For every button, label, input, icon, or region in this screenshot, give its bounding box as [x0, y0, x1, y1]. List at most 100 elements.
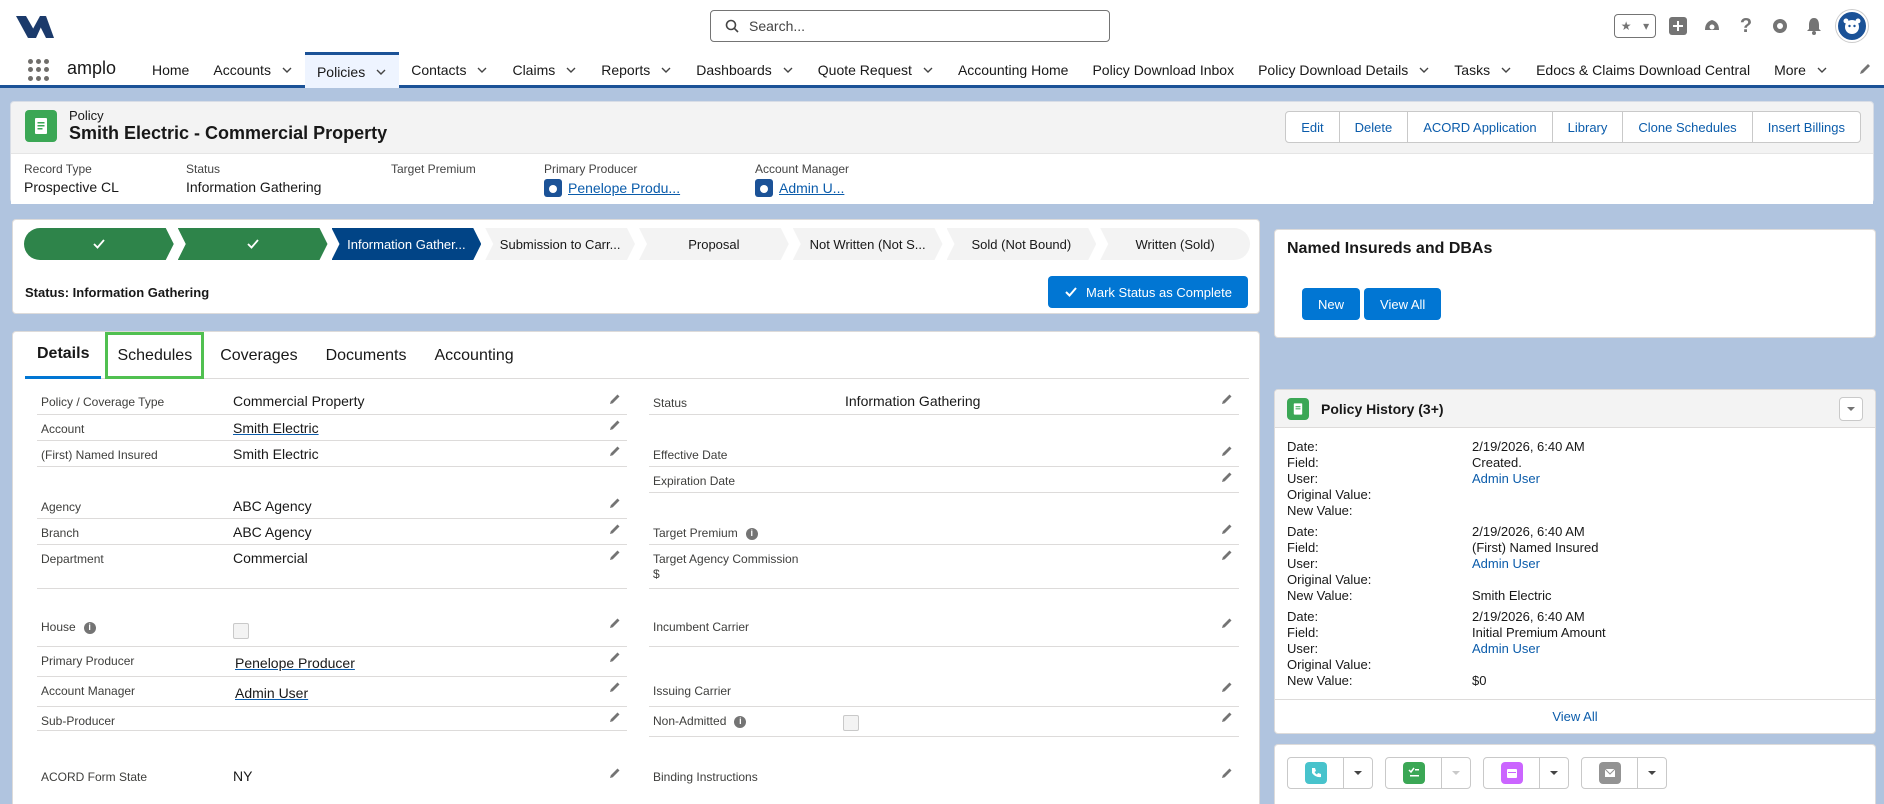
tab-schedules[interactable]: Schedules [105, 332, 205, 379]
edit-pencil-icon[interactable] [609, 445, 621, 457]
nav-item-more[interactable]: More [1762, 52, 1840, 88]
edit-pencil-icon[interactable] [1221, 711, 1233, 723]
edit-pencil-icon[interactable] [1221, 681, 1233, 693]
non-admitted-checkbox [843, 715, 859, 731]
edit-pencil-icon[interactable] [609, 767, 621, 779]
nav-item-policy-download-details[interactable]: Policy Download Details [1246, 52, 1442, 88]
nav-item-tasks[interactable]: Tasks [1442, 52, 1524, 88]
tab-coverages[interactable]: Coverages [208, 332, 309, 379]
amplo-logo[interactable] [14, 10, 56, 42]
field-incumbent-carrier: Incumbent Carrier [649, 613, 1239, 647]
tab-documents[interactable]: Documents [314, 332, 419, 379]
nav-item-claims[interactable]: Claims [500, 52, 589, 88]
history-user-link[interactable]: Admin User [1472, 471, 1540, 486]
edit-pencil-icon[interactable] [1221, 471, 1233, 483]
nav-item-contacts[interactable]: Contacts [399, 52, 500, 88]
info-icon[interactable]: i [734, 715, 747, 728]
edit-pencil-icon[interactable] [609, 711, 621, 723]
log-call-action[interactable] [1287, 757, 1373, 789]
field-non-admitted: Non-Admitted i [649, 707, 1239, 737]
info-icon[interactable]: i [83, 621, 96, 634]
edit-pencil-icon[interactable] [609, 497, 621, 509]
chevron-down-icon [477, 67, 487, 73]
path-stage[interactable] [178, 228, 328, 260]
info-icon[interactable]: i [745, 527, 758, 540]
history-user-link[interactable]: Admin User [1472, 556, 1540, 571]
edit-pencil-icon[interactable] [609, 651, 621, 663]
edit-pencil-icon[interactable] [609, 681, 621, 693]
account-manager-link[interactable]: Admin U... [779, 180, 844, 196]
nav-item-reports[interactable]: Reports [589, 52, 684, 88]
chevron-down-icon[interactable] [1540, 758, 1568, 788]
edit-pencil-icon[interactable] [609, 523, 621, 535]
path-stage[interactable]: Written (Sold) [1100, 228, 1250, 260]
help-icon[interactable]: ? [1734, 14, 1758, 38]
new-task-action[interactable] [1385, 757, 1471, 789]
edit-pencil-icon[interactable] [609, 393, 621, 405]
nav-item-label: Policies [316, 63, 366, 80]
edit-button[interactable]: Edit [1285, 111, 1340, 143]
delete-button[interactable]: Delete [1338, 111, 1409, 143]
global-search-input[interactable]: Search... [710, 10, 1110, 42]
path-stage[interactable]: Proposal [639, 228, 789, 260]
edit-pencil-icon[interactable] [609, 617, 621, 629]
settings-gear-icon[interactable] [1768, 14, 1792, 38]
tab-details[interactable]: Details [25, 332, 102, 379]
clone-schedules-button[interactable]: Clone Schedules [1622, 111, 1753, 143]
primary-producer-label: Primary Producer [544, 162, 638, 176]
acord-application-button[interactable]: ACORD Application [1407, 111, 1553, 143]
nav-item-policies[interactable]: Policies [304, 52, 400, 88]
path-stage[interactable]: Sold (Not Bound) [947, 228, 1097, 260]
chevron-down-icon[interactable] [1638, 758, 1666, 788]
edit-pencil-icon[interactable] [1221, 393, 1233, 405]
nav-item-quote-request[interactable]: Quote Request [806, 52, 946, 88]
tab-accounting[interactable]: Accounting [422, 332, 525, 379]
account-manager-link[interactable]: Admin User [235, 685, 308, 701]
edit-pencil-icon[interactable] [1221, 445, 1233, 457]
notifications-bell-icon[interactable] [1802, 14, 1826, 38]
chevron-down-icon [1817, 67, 1827, 73]
edit-pencil-icon[interactable] [1221, 549, 1233, 561]
nav-item-policy-download-inbox[interactable]: Policy Download Inbox [1080, 52, 1246, 88]
chevron-down-icon[interactable] [1839, 397, 1863, 421]
nav-item-dashboards[interactable]: Dashboards [684, 52, 806, 88]
edit-pencil-icon[interactable] [1221, 767, 1233, 779]
edit-pencil-icon[interactable] [609, 549, 621, 561]
record-object-label: Policy [69, 108, 104, 123]
path-stage[interactable] [24, 228, 174, 260]
nav-item-home[interactable]: Home [140, 52, 201, 88]
edit-pencil-icon[interactable] [1221, 523, 1233, 535]
edit-nav-pencil-icon[interactable] [1858, 62, 1872, 79]
new-named-insured-button[interactable]: New [1302, 288, 1361, 320]
nav-item-label: Policy Download Inbox [1092, 62, 1235, 78]
highlight-primary-producer: Primary Producer Penelope Produ... [544, 162, 680, 197]
view-all-named-insureds-button[interactable]: View All [1364, 288, 1442, 320]
favorites-button[interactable]: ★ ▾ [1614, 14, 1656, 38]
new-event-action[interactable] [1483, 757, 1569, 789]
path-stage[interactable]: Not Written (Not S... [793, 228, 943, 260]
nav-item-accounting-home[interactable]: Accounting Home [946, 52, 1081, 88]
trailhead-icon[interactable] [1700, 14, 1724, 38]
mark-status-complete-button[interactable]: Mark Status as Complete [1048, 276, 1248, 308]
library-button[interactable]: Library [1551, 111, 1624, 143]
field-label: Primary Producer [41, 654, 135, 668]
insert-billings-button[interactable]: Insert Billings [1751, 111, 1861, 143]
history-user-link[interactable]: Admin User [1472, 641, 1540, 656]
nav-item-accounts[interactable]: Accounts [201, 52, 305, 88]
send-email-action[interactable] [1581, 757, 1667, 789]
policy-history-view-all-link[interactable]: View All [1275, 699, 1875, 733]
path-stage[interactable]: Information Gather... [332, 228, 482, 260]
account-link[interactable]: Smith Electric [233, 420, 319, 436]
chevron-down-icon[interactable] [1442, 758, 1470, 788]
nav-item-edocs-claims-download-central[interactable]: Edocs & Claims Download Central [1524, 52, 1762, 88]
app-launcher-icon[interactable] [28, 59, 50, 81]
search-placeholder: Search... [749, 18, 806, 34]
edit-pencil-icon[interactable] [1221, 617, 1233, 629]
global-actions-icon[interactable] [1666, 14, 1690, 38]
user-avatar[interactable] [1836, 10, 1868, 42]
primary-producer-link[interactable]: Penelope Producer [235, 655, 355, 671]
chevron-down-icon[interactable] [1344, 758, 1372, 788]
primary-producer-link[interactable]: Penelope Produ... [568, 180, 680, 196]
path-stage[interactable]: Submission to Carr... [485, 228, 635, 260]
edit-pencil-icon[interactable] [609, 419, 621, 431]
